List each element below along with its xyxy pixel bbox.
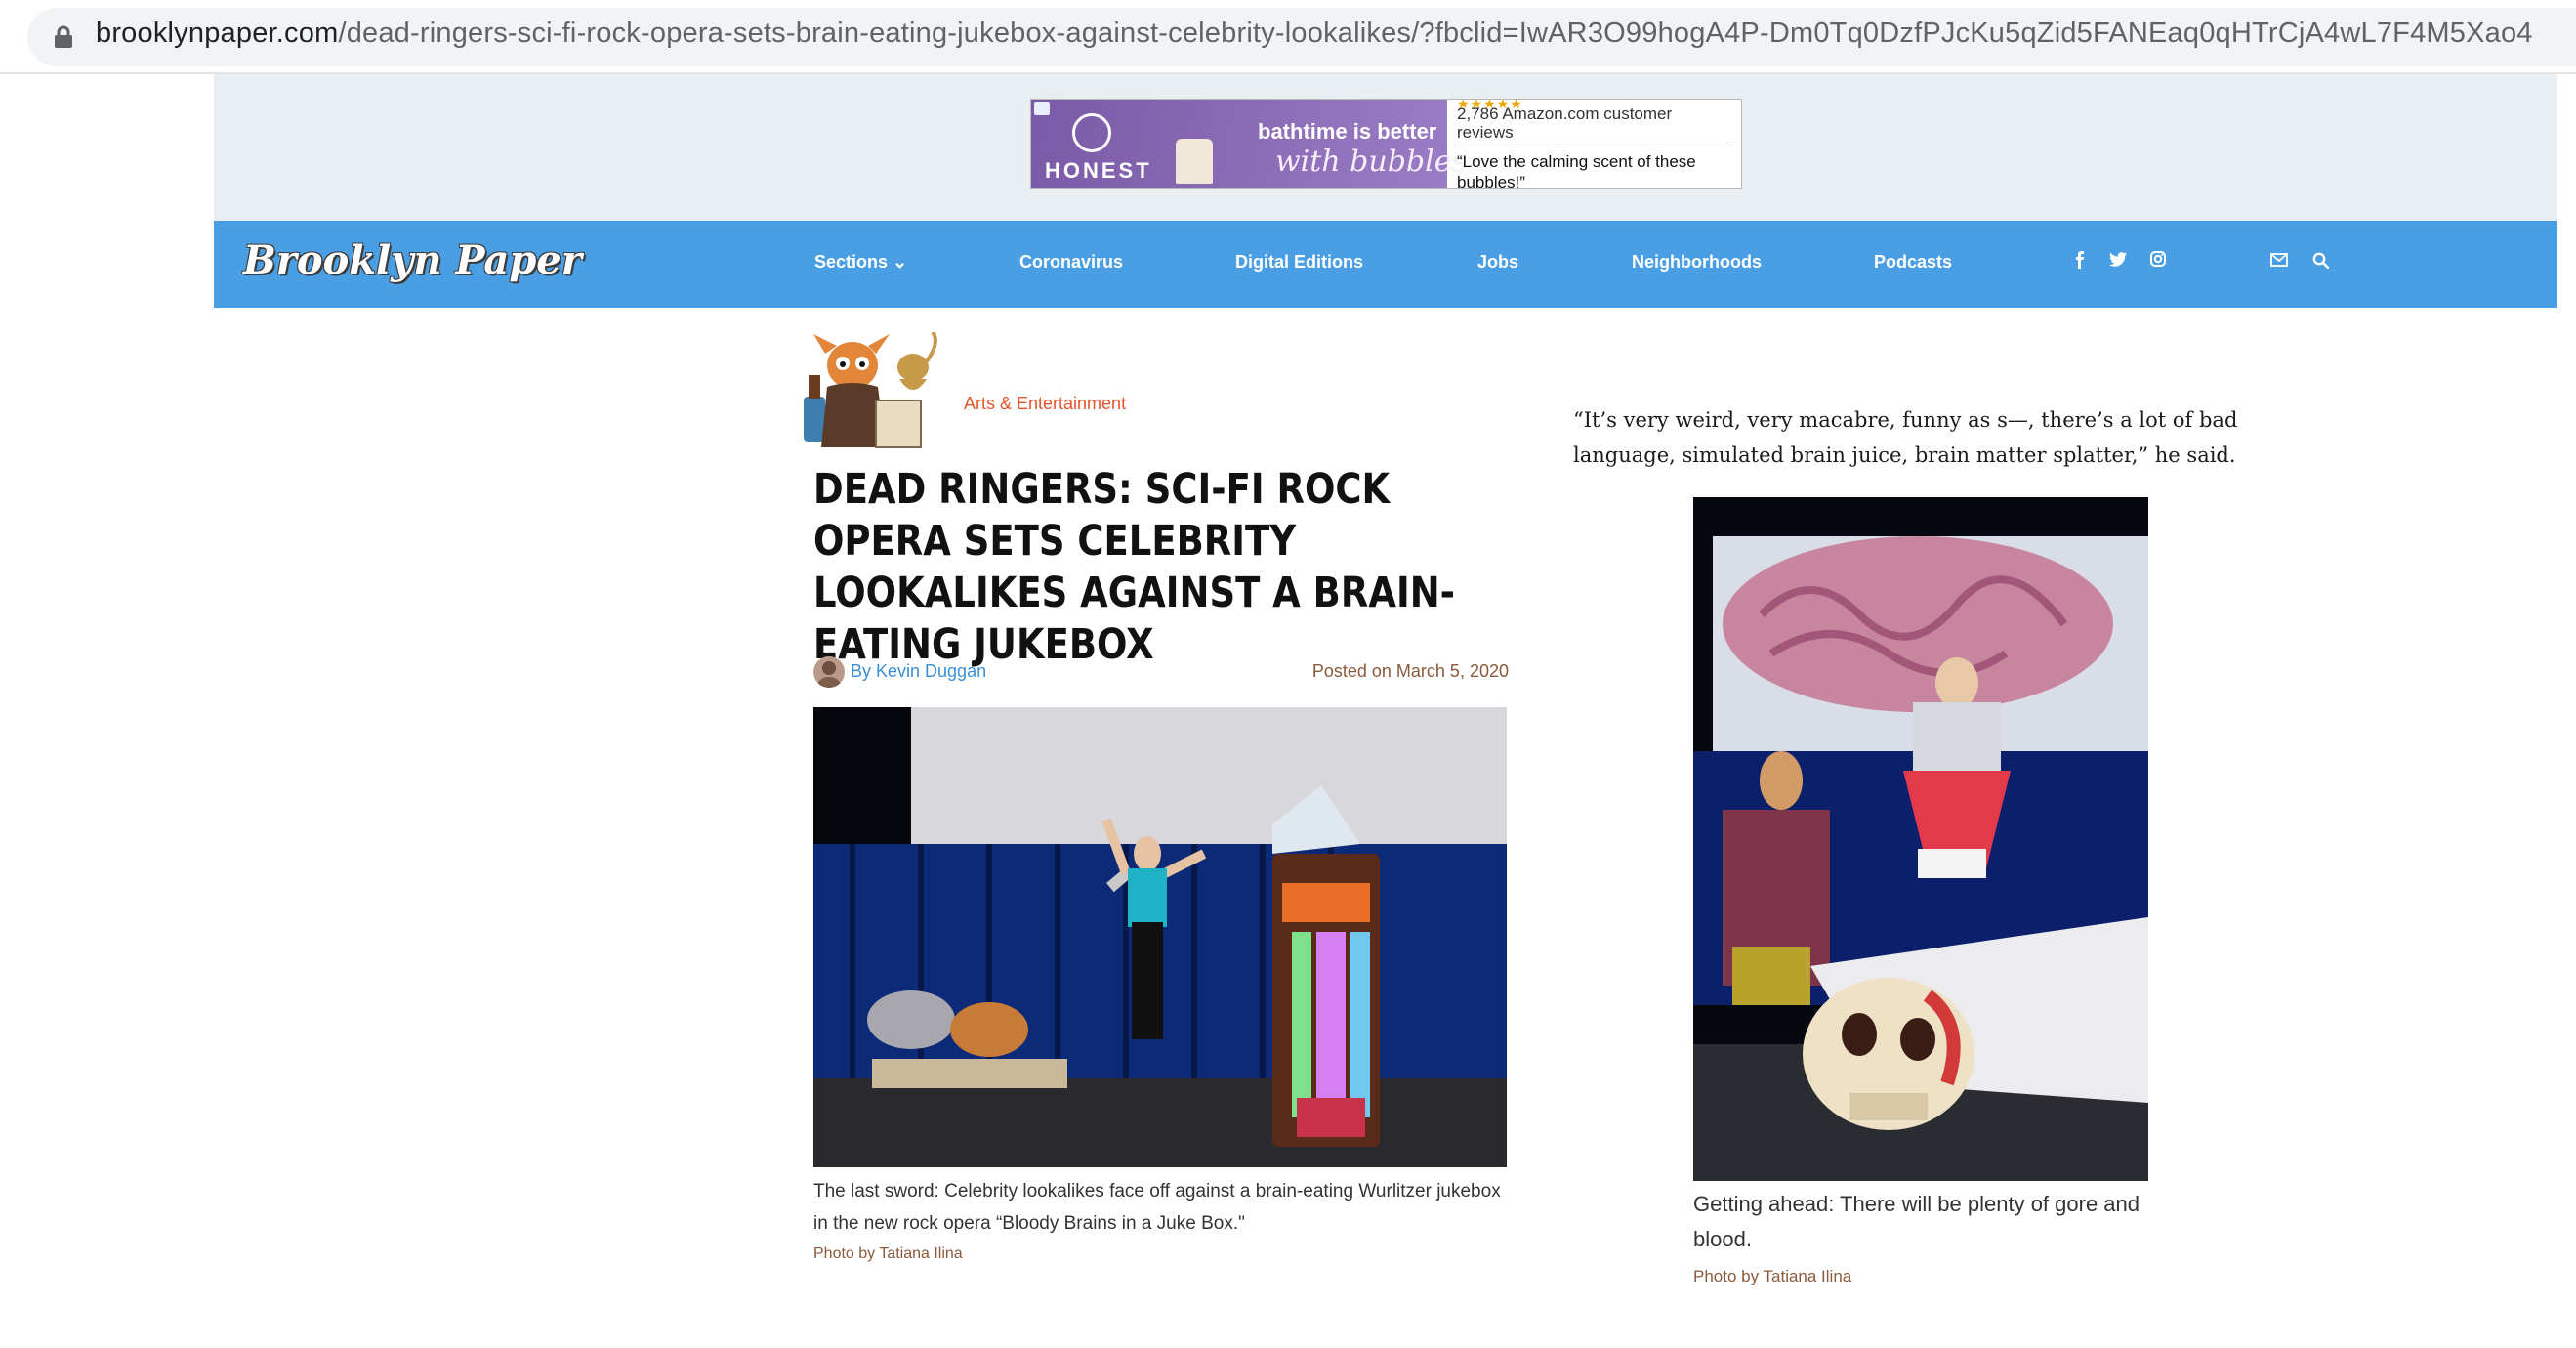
article-quote: “It’s very weird, very macabre, funny as… [1573, 408, 2238, 467]
category-link[interactable]: Arts & Entertainment [964, 394, 1126, 414]
facebook-icon[interactable] [2074, 251, 2086, 269]
ad-image[interactable]: HONEST bathtime is better with bubbles [1031, 100, 1467, 188]
nav-jobs[interactable]: Jobs [1477, 252, 1518, 273]
search-icon[interactable] [2312, 252, 2329, 269]
ad-script: with bubbles [1275, 145, 1467, 179]
category-mascot-icon [804, 332, 937, 448]
photo-caption-2: Getting ahead: There will be plenty of g… [1693, 1192, 2140, 1251]
site-logo[interactable]: Brooklyn Paper [243, 237, 582, 283]
nav-coronavirus[interactable]: Coronavirus [1019, 252, 1123, 273]
stage-skull-image [1693, 497, 2148, 1181]
nav-neighborhoods[interactable]: Neighborhoods [1632, 252, 1762, 273]
article-title: DEAD RINGERS: SCI-FI ROCK OPERA SETS CEL… [813, 465, 1456, 669]
author-byline[interactable]: By Kevin Duggan [851, 661, 986, 682]
honest-logo-icon [1072, 113, 1111, 152]
ad-headline: bathtime is better [1258, 119, 1437, 144]
article-photo-jukebox[interactable] [813, 707, 1507, 1167]
photo-credit: Photo by Tatiana Ilina [813, 1245, 963, 1262]
nav-sections[interactable]: Sections ⌄ [814, 252, 907, 273]
post-date: Posted on March 5, 2020 [1311, 661, 1509, 681]
article-photo-skull[interactable] [1693, 497, 2148, 1181]
url-host: brooklynpaper.com [96, 18, 339, 49]
photo-caption: The last sword: Celebrity lookalikes fac… [813, 1181, 1501, 1234]
ad-brand: HONEST [1045, 158, 1152, 183]
url-text[interactable]: brooklynpaper.com/dead-ringers-sci-fi-ro… [96, 18, 2533, 50]
ad-quote: “Love the calming scent of these bubbles… [1457, 152, 1696, 189]
ad-banner[interactable]: HONEST bathtime is better with bubbles ★… [1030, 99, 1742, 189]
twitter-icon[interactable] [2109, 252, 2127, 267]
browser-address-bar: brooklynpaper.com/dead-ringers-sci-fi-ro… [0, 0, 2576, 74]
photo-credit-2: Photo by Tatiana Ilina [1693, 1267, 1852, 1285]
author-avatar[interactable] [813, 656, 845, 688]
product-jar-icon [1176, 139, 1213, 184]
mail-icon[interactable] [2270, 253, 2288, 267]
nav-podcasts[interactable]: Podcasts [1874, 252, 1952, 273]
instagram-icon[interactable] [2150, 251, 2166, 267]
lock-icon [55, 25, 72, 48]
nav-digital-editions[interactable]: Digital Editions [1235, 252, 1363, 273]
ad-reviews: 2,786 Amazon.com customer reviews [1457, 105, 1673, 142]
url-path: /dead-ringers-sci-fi-rock-opera-sets-bra… [338, 18, 2533, 49]
site-header: Brooklyn Paper Sections ⌄ Coronavirus Di… [214, 221, 2557, 308]
adchoices-icon[interactable] [1034, 102, 1050, 115]
stage-jukebox-image [813, 707, 1507, 1167]
